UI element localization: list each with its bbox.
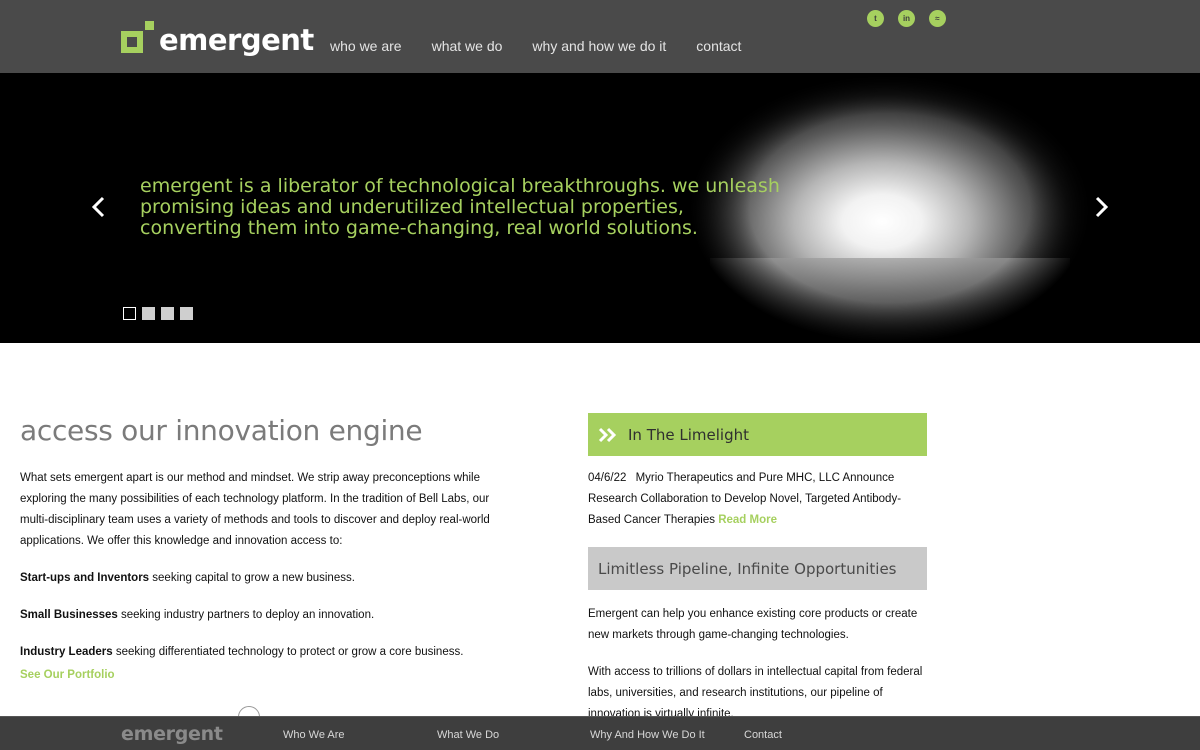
- sidebar-news: In The Limelight 04/6/22 Myrio Therapeut…: [588, 413, 927, 725]
- footer-nav-why-and-how[interactable]: Why And How We Do It: [590, 729, 705, 741]
- read-more-link[interactable]: Read More: [718, 514, 777, 526]
- hero-prev-arrow-icon[interactable]: [89, 195, 109, 219]
- audience-name: Industry Leaders: [20, 646, 113, 658]
- main-nav: who we are what we do why and how we do …: [330, 38, 741, 54]
- limelight-title: In The Limelight: [628, 425, 749, 444]
- slider-dot-1[interactable]: [123, 307, 136, 320]
- limelight-header: In The Limelight: [588, 413, 927, 456]
- pipeline-paragraph-1: Emergent can help you enhance existing c…: [588, 608, 918, 641]
- twitter-icon[interactable]: t: [867, 10, 884, 27]
- nav-what-we-do[interactable]: what we do: [432, 38, 503, 54]
- audience-desc: seeking industry partners to deploy an i…: [117, 609, 375, 621]
- logo-mark-icon: [121, 21, 155, 55]
- pipeline-header: Limitless Pipeline, Infinite Opportuniti…: [588, 547, 927, 590]
- footer-nav-what-we-do[interactable]: What We Do: [437, 729, 499, 741]
- logo[interactable]: emergent: [121, 16, 314, 60]
- nav-why-and-how[interactable]: why and how we do it: [532, 38, 666, 54]
- footer-logo[interactable]: emergent: [121, 725, 223, 744]
- pipeline-title: Limitless Pipeline, Infinite Opportuniti…: [598, 559, 897, 578]
- hero-next-arrow-icon[interactable]: [1091, 195, 1111, 219]
- nav-contact[interactable]: contact: [696, 38, 741, 54]
- footer-nav-contact[interactable]: Contact: [744, 729, 782, 741]
- site-footer: emergent Who We Are What We Do Why And H…: [0, 716, 1200, 750]
- slider-dot-2[interactable]: [142, 307, 155, 320]
- nav-who-we-are[interactable]: who we are: [330, 38, 402, 54]
- audience-name: Small Businesses: [20, 609, 118, 621]
- linkedin-icon[interactable]: in: [898, 10, 915, 27]
- site-header: emergent who we are what we do why and h…: [0, 0, 1200, 73]
- news-item: 04/6/22 Myrio Therapeutics and Pure MHC,…: [588, 468, 927, 531]
- social-links: t in ≈: [867, 10, 946, 27]
- double-chevron-icon: [598, 427, 617, 442]
- innovation-section: access our innovation engine What sets e…: [20, 413, 510, 686]
- intro-paragraph: What sets emergent apart is our method a…: [20, 472, 490, 547]
- slider-dot-3[interactable]: [161, 307, 174, 320]
- section-title: access our innovation engine: [20, 414, 423, 447]
- audience-small-business: Small Businesses seeking industry partne…: [20, 605, 510, 626]
- audience-industry-leaders: Industry Leaders seeking differentiated …: [20, 642, 510, 663]
- hero-slider: emergent is a liberator of technological…: [0, 73, 1200, 343]
- slider-pagination: [123, 307, 193, 320]
- audience-name: Start-ups and Inventors: [20, 572, 150, 584]
- audience-desc: seeking differentiated technology to pro…: [112, 646, 464, 658]
- audience-startups: Start-ups and Inventors seeking capital …: [20, 568, 510, 589]
- slider-dot-4[interactable]: [180, 307, 193, 320]
- hero-tagline: emergent is a liberator of technological…: [140, 175, 780, 239]
- logo-text: emergent: [159, 22, 314, 57]
- see-portfolio-link[interactable]: See Our Portfolio: [20, 669, 115, 681]
- rss-icon[interactable]: ≈: [929, 10, 946, 27]
- news-date: 04/6/22: [588, 472, 627, 484]
- audience-desc: seeking capital to grow a new business.: [149, 572, 355, 584]
- footer-nav-who-we-are[interactable]: Who We Are: [283, 729, 345, 741]
